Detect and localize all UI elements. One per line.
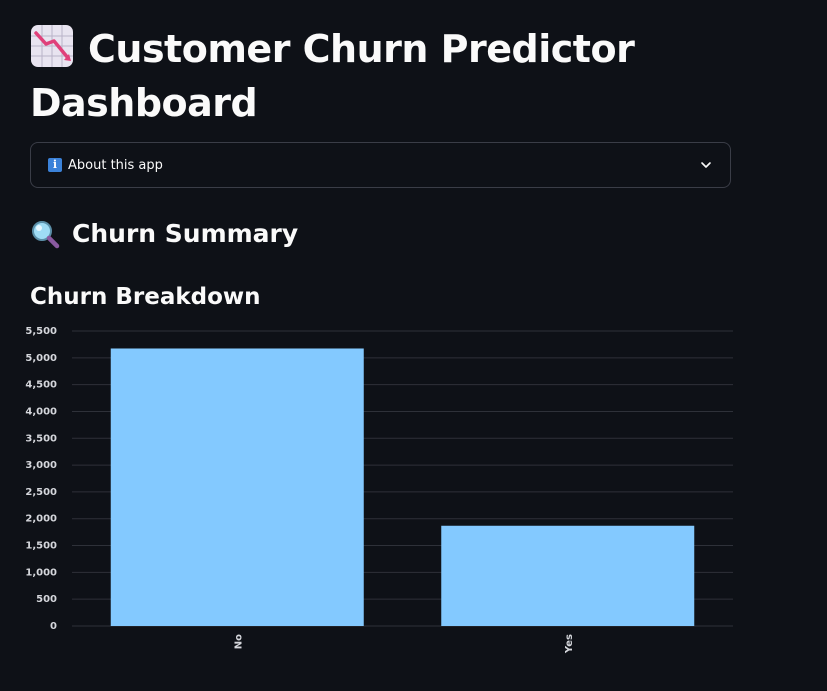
y-tick-label: 1,500 xyxy=(25,541,57,552)
y-tick-label: 2,000 xyxy=(25,514,57,525)
y-tick-label: 5,000 xyxy=(25,353,57,364)
y-tick-label: 4,500 xyxy=(25,380,57,391)
y-tick-label: 4,000 xyxy=(25,406,57,417)
x-tick-label: Yes xyxy=(564,634,575,654)
y-tick-label: 1,000 xyxy=(25,567,57,578)
x-tick-label: No xyxy=(233,634,244,649)
bar-no[interactable] xyxy=(110,348,364,626)
y-tick-label: 500 xyxy=(36,594,57,605)
y-tick-label: 0 xyxy=(50,621,57,632)
y-tick-label: 2,500 xyxy=(25,487,57,498)
churn-bar-chart: 0 500 1,000 1,500 2,000 2,500 3,000 3,500 4,000 4… xyxy=(25,326,733,654)
y-tick-label: 3,000 xyxy=(25,460,57,471)
y-tick-label: 5,500 xyxy=(25,326,57,337)
bar-yes[interactable] xyxy=(441,525,695,626)
y-tick-label: 3,500 xyxy=(25,433,57,444)
